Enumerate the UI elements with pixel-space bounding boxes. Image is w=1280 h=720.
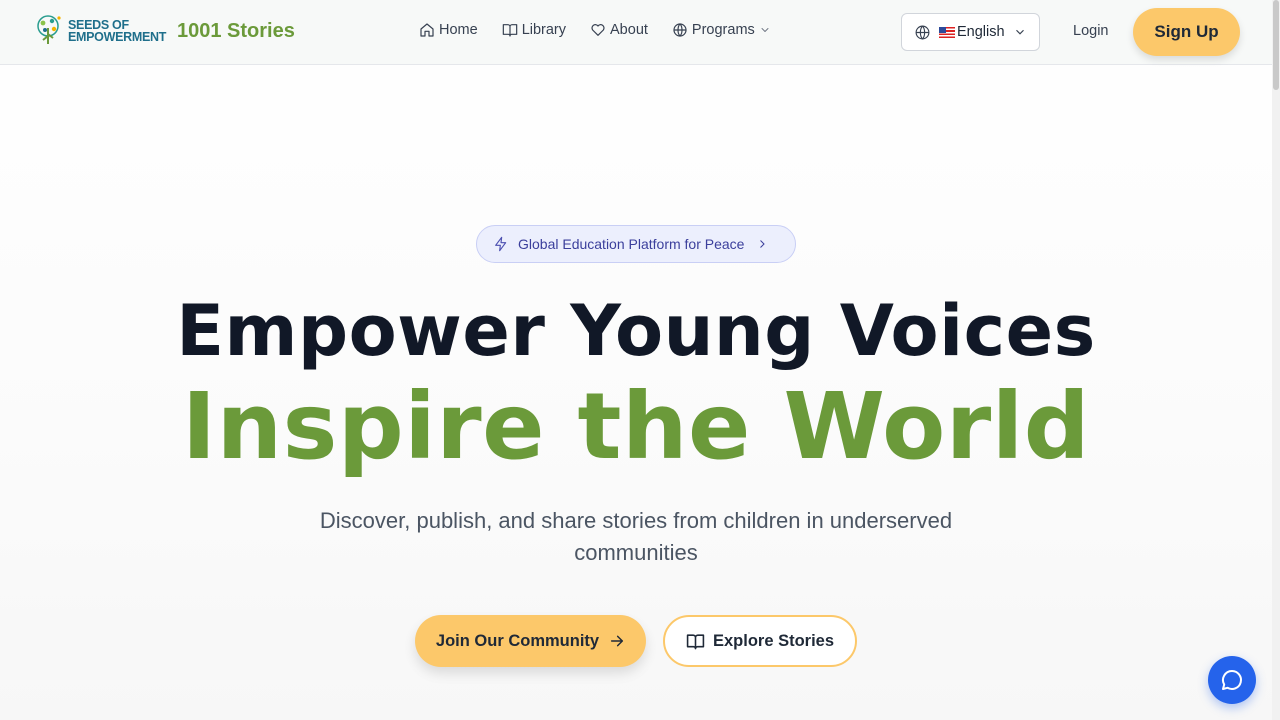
- nav-library-label: Library: [521, 22, 567, 38]
- nav-programs-dropdown[interactable]: Programs: [672, 22, 771, 38]
- top-navbar: SEEDS OF EMPOWERMENT 1001 Stories Home L…: [0, 0, 1272, 65]
- language-selected-value: English: [957, 24, 1005, 40]
- nav-home[interactable]: Home: [419, 22, 478, 38]
- hero-badge[interactable]: Global Education Platform for Peace: [476, 225, 796, 263]
- scrollbar-thumb[interactable]: [1273, 0, 1279, 90]
- hero-title-line-2: Inspire the World: [181, 373, 1091, 480]
- language-select[interactable]: English: [901, 13, 1040, 51]
- chat-bubble-icon: [1222, 670, 1242, 690]
- home-icon: [420, 23, 434, 37]
- globe-icon: [915, 25, 930, 40]
- hero-subtitle: Discover, publish, and share stories fro…: [319, 508, 953, 565]
- arrow-right-icon: [611, 635, 624, 647]
- heart-icon: [591, 24, 605, 36]
- nav-library[interactable]: Library: [502, 22, 566, 38]
- explore-stories-label: Explore Stories: [712, 631, 835, 650]
- nav-about-label: About: [610, 22, 648, 38]
- page-scrollbar[interactable]: [1272, 0, 1280, 720]
- chevron-down-icon: [761, 28, 769, 32]
- book-open-icon: [686, 633, 705, 649]
- hero-badge-text: Global Education Platform for Peace: [518, 236, 745, 252]
- site-brand[interactable]: 1001 Stories: [177, 20, 295, 43]
- explore-stories-button[interactable]: Explore Stories: [663, 615, 857, 667]
- globe-icon: [673, 23, 687, 37]
- page: SEEDS OF EMPOWERMENT 1001 Stories Home L…: [0, 0, 1272, 720]
- logo-wordmark: SEEDS OF EMPOWERMENT: [68, 19, 167, 44]
- logo-line-2: EMPOWERMENT: [68, 30, 167, 44]
- main-nav: Home Library About Programs: [419, 22, 795, 38]
- seeds-of-empowerment-logo[interactable]: SEEDS OF EMPOWERMENT: [34, 14, 166, 48]
- chevron-right-icon: [760, 240, 766, 248]
- signup-button[interactable]: Sign Up: [1133, 8, 1240, 56]
- nav-about[interactable]: About: [590, 22, 648, 38]
- lightning-icon: [495, 236, 507, 252]
- us-flag-icon: [939, 26, 955, 38]
- book-icon: [502, 24, 517, 37]
- login-link[interactable]: Login: [1073, 23, 1108, 39]
- join-community-label: Join Our Community: [435, 631, 600, 650]
- nav-home-label: Home: [439, 22, 478, 38]
- chevron-down-icon: [1016, 29, 1024, 35]
- chat-widget-button[interactable]: [1208, 656, 1256, 704]
- tree-logo-icon: [37, 15, 61, 44]
- join-community-button[interactable]: Join Our Community: [415, 615, 646, 667]
- hero-title-line-1: Empower Young Voices: [176, 290, 1096, 372]
- nav-programs-label: Programs: [691, 22, 755, 38]
